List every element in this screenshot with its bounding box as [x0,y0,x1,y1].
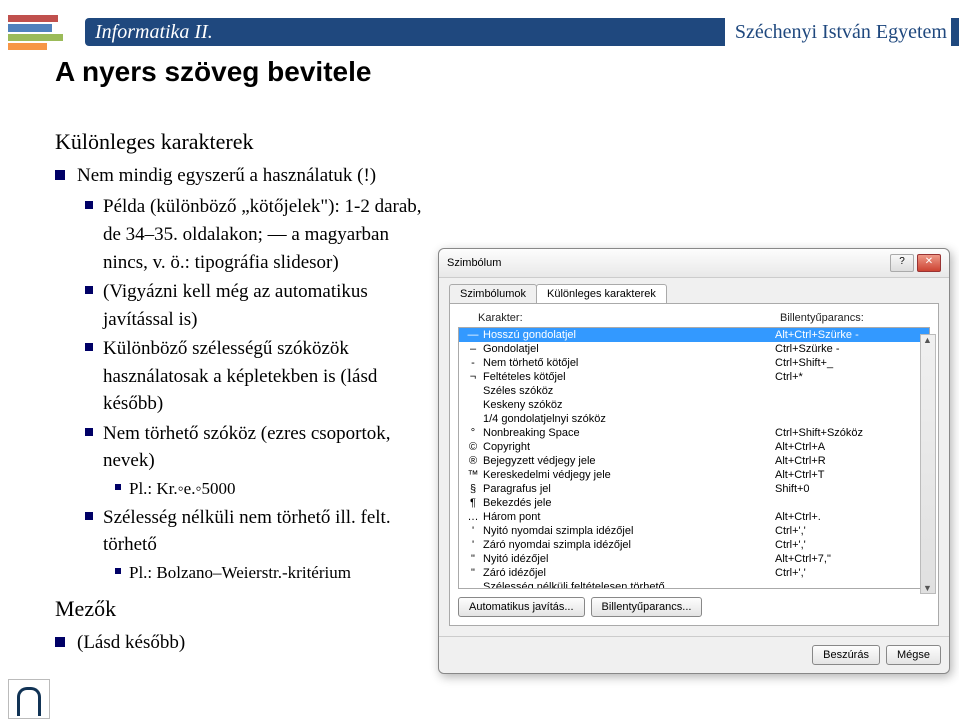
list-item[interactable]: ¶Bekezdés jele [459,496,929,510]
tab-panel: Karakter: Billentyűparancs: —Hosszú gond… [449,303,939,626]
section-heading: Mezők [55,593,435,625]
bullet-icon [115,484,121,490]
bullet-text: Pl.: Bolzano–Weierstr.-kritérium [129,561,351,586]
bullet-text: Különböző szélességű szóközök használato… [103,335,435,418]
list-item[interactable]: ¬Feltételes kötőjelCtrl+* [459,370,929,384]
bullet-text: Nem mindig egyszerű a használatuk (!) [77,162,376,190]
col-character: Karakter: [478,312,780,324]
bullet-text: Példa (különböző „kötőjelek"): 1-2 darab… [103,193,435,276]
university-name: Széchenyi István Egyetem [725,18,951,46]
slide-body: Különleges karakterek Nem mindig egyszer… [55,118,435,661]
col-shortcut: Billentyűparancs: [780,312,930,324]
bullet-text: (Lásd később) [77,629,185,657]
course-title: Informatika II. [95,21,213,43]
scrollbar[interactable] [920,334,936,594]
list-item[interactable]: 1/4 gondolatjelnyi szóköz [459,412,929,426]
list-item[interactable]: ®Bejegyzett védjegy jeleAlt+Ctrl+R [459,454,929,468]
bullet-icon [85,428,93,436]
autocorrect-button[interactable]: Automatikus javítás... [458,597,585,617]
insert-button[interactable]: Beszúrás [812,645,880,665]
bullet-text: Szélesség nélküli nem törhető ill. felt.… [103,504,435,559]
footer-logo [8,679,50,719]
list-item[interactable]: ™Kereskedelmi védjegy jeleAlt+Ctrl+T [459,468,929,482]
character-listbox[interactable]: —Hosszú gondolatjelAlt+Ctrl+Szürke -–Gon… [458,327,930,589]
list-item[interactable]: Széles szóköz [459,384,929,398]
slide-title: A nyers szöveg bevitele [55,56,371,88]
close-button[interactable]: ✕ [917,254,941,272]
tab-special-chars[interactable]: Különleges karakterek [536,284,667,303]
list-item[interactable]: Keskeny szóköz [459,398,929,412]
list-item[interactable]: °Nonbreaking SpaceCtrl+Shift+Szóköz [459,426,929,440]
section-heading: Különleges karakterek [55,126,435,158]
list-item[interactable]: ©CopyrightAlt+Ctrl+A [459,440,929,454]
list-item[interactable]: Szélesség nélküli feltételesen törhető [459,580,929,589]
list-item[interactable]: —Hosszú gondolatjelAlt+Ctrl+Szürke - [459,328,929,342]
bullet-icon [55,637,65,647]
dialog-title: Szimbólum [447,257,501,269]
list-item[interactable]: …Három pontAlt+Ctrl+. [459,510,929,524]
cancel-button[interactable]: Mégse [886,645,941,665]
shortcut-button[interactable]: Billentyűparancs... [591,597,703,617]
list-item[interactable]: "Záró idézőjelCtrl+',' [459,566,929,580]
bullet-icon [85,343,93,351]
list-item[interactable]: "Nyitó idézőjelAlt+Ctrl+7," [459,552,929,566]
header-logo [8,15,63,50]
help-button[interactable]: ? [890,254,914,272]
bullet-icon [85,512,93,520]
bullet-text: Pl.: Kr.◦e.◦5000 [129,477,236,502]
list-item[interactable]: §Paragrafus jelShift+0 [459,482,929,496]
list-item[interactable]: -Nem törhető kötőjelCtrl+Shift+_ [459,356,929,370]
list-item[interactable]: 'Záró nyomdai szimpla idézőjelCtrl+',' [459,538,929,552]
list-item[interactable]: –GondolatjelCtrl+Szürke - [459,342,929,356]
bullet-icon [85,286,93,294]
tab-symbols[interactable]: Szimbólumok [449,284,537,303]
bullet-icon [115,568,121,574]
bullet-icon [55,170,65,180]
bullet-text: Nem törhető szóköz (ezres csoportok, nev… [103,420,435,475]
list-item[interactable]: 'Nyitó nyomdai szimpla idézőjelCtrl+',' [459,524,929,538]
symbol-dialog: Szimbólum ? ✕ Szimbólumok Különleges kar… [438,248,950,674]
bullet-text: (Vigyázni kell még az automatikus javítá… [103,278,435,333]
bullet-icon [85,201,93,209]
